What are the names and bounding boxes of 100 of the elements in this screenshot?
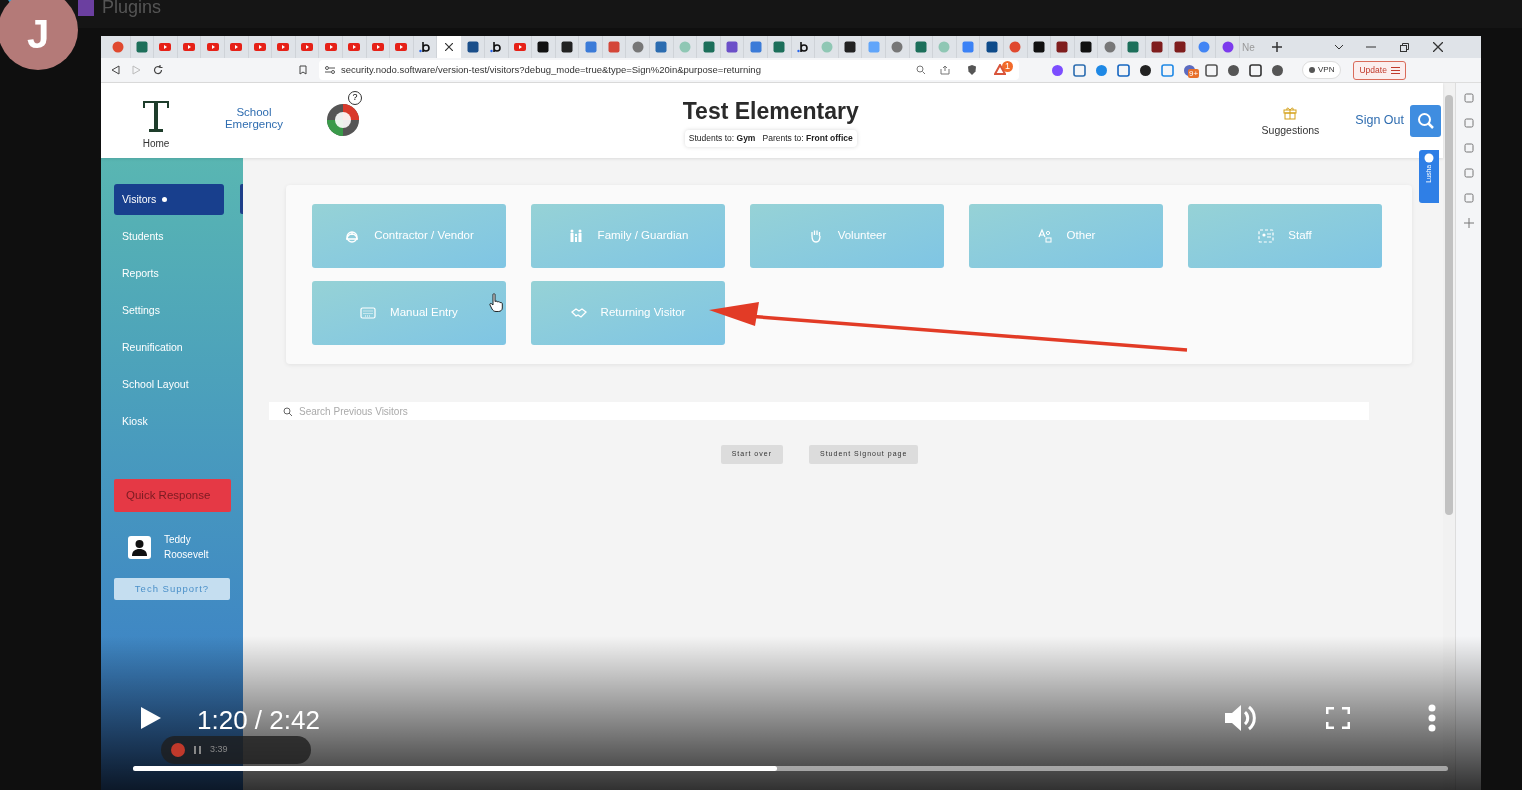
tech-support-button[interactable]: Tech Support? — [114, 578, 230, 600]
search-button[interactable] — [1410, 104, 1441, 137]
srp-logo-icon[interactable] — [326, 102, 360, 137]
quick-response-button[interactable]: Quick Response — [114, 479, 231, 512]
extension-icon[interactable] — [1205, 63, 1218, 77]
back-icon[interactable] — [111, 65, 120, 75]
site-settings-icon — [325, 66, 335, 74]
keyboard-icon — [360, 305, 377, 321]
notification-badge: 1 — [1002, 60, 1013, 72]
user-icon — [128, 535, 151, 559]
video-site-icon[interactable] — [206, 41, 219, 53]
site-icon[interactable] — [1056, 41, 1069, 53]
extension-icon[interactable] — [1227, 63, 1240, 77]
sign-out-link[interactable]: Sign Out — [1355, 111, 1404, 130]
reload-icon[interactable] — [153, 65, 163, 75]
video-site-icon[interactable] — [230, 41, 243, 53]
extension-icon[interactable] — [1249, 63, 1262, 77]
visitor-type-button[interactable]: Other — [969, 204, 1163, 268]
tab-title[interactable]: Ne — [1241, 39, 1266, 55]
shield-icon[interactable] — [966, 64, 978, 76]
badge-icon — [1258, 228, 1275, 244]
site-icon[interactable] — [466, 41, 479, 53]
share-icon[interactable] — [940, 65, 950, 75]
video-site-icon[interactable] — [395, 41, 408, 53]
nav-item[interactable]: Kiosk — [114, 407, 224, 437]
site-icon[interactable] — [1150, 41, 1163, 53]
site-icon[interactable] — [844, 41, 857, 53]
hand-cursor-icon — [489, 293, 503, 313]
help-button[interactable]: ? — [348, 90, 362, 105]
school-title: Test Elementary — [682, 97, 859, 127]
site-icon[interactable] — [1080, 41, 1093, 53]
new-tab-icon[interactable] — [1271, 42, 1282, 52]
visitor-type-button[interactable]: Family / Guardian — [531, 204, 725, 268]
site-icon[interactable] — [1174, 41, 1187, 53]
site-icon[interactable] — [419, 41, 431, 53]
video-site-icon[interactable] — [253, 41, 266, 53]
logo-icon — [1424, 153, 1434, 163]
fullscreen-icon[interactable] — [1326, 707, 1350, 729]
site-icon[interactable] — [561, 41, 573, 53]
hard-hat-icon — [344, 228, 361, 244]
bookmark-icon[interactable] — [299, 65, 307, 75]
plugins-label: Plugins — [102, 0, 162, 19]
video-site-icon[interactable] — [324, 41, 337, 53]
recording-time: 3:39 — [210, 743, 228, 757]
extension-icon[interactable] — [1271, 63, 1284, 77]
nav-item[interactable]: School Layout — [114, 370, 224, 400]
site-icon[interactable] — [1032, 41, 1045, 53]
site-icon[interactable] — [796, 41, 809, 53]
plugin-icon — [78, 0, 94, 16]
sidebar-tool-icon[interactable] — [1463, 118, 1474, 128]
visitor-type-button[interactable]: Contractor / Vendor — [312, 204, 506, 268]
destination-note: Students to: Gym Parents to: Front office — [684, 129, 857, 147]
video-site-icon[interactable] — [348, 41, 361, 53]
stop-icon[interactable] — [171, 743, 185, 757]
sidebar-tool-icon[interactable] — [1463, 93, 1474, 103]
video-site-icon[interactable] — [183, 41, 196, 53]
close-tab-icon[interactable] — [445, 43, 454, 51]
video-site-icon[interactable] — [513, 41, 526, 53]
volume-icon[interactable] — [1225, 704, 1257, 732]
search-field[interactable]: Search Previous Visitors — [269, 402, 1369, 420]
close-icon[interactable] — [1432, 42, 1443, 52]
site-icon[interactable] — [490, 41, 503, 53]
video-site-icon[interactable] — [301, 41, 314, 53]
visitor-type-button[interactable]: Staff — [1188, 204, 1382, 268]
play-icon[interactable] — [141, 707, 161, 729]
zoom-icon[interactable] — [916, 65, 926, 75]
video-site-icon[interactable] — [371, 41, 384, 53]
site-icon[interactable] — [537, 41, 550, 53]
chevron-down-icon[interactable] — [1333, 44, 1344, 50]
add-icon[interactable] — [1463, 218, 1474, 228]
nav-item[interactable]: Visitors — [114, 184, 224, 215]
visitor-type-button[interactable]: Volunteer — [750, 204, 944, 268]
visitor-type-button[interactable]: Returning Visitor — [531, 281, 725, 345]
visitor-type-button[interactable]: Manual Entry — [312, 281, 506, 345]
sidebar-tool-icon[interactable] — [1463, 143, 1474, 153]
vpn-button[interactable]: VPN — [1302, 61, 1342, 79]
suggestions-link[interactable]: Suggestions — [1261, 123, 1320, 139]
nav-item[interactable]: Reports — [114, 259, 224, 289]
nav-item[interactable]: Settings — [114, 296, 224, 326]
nav-item[interactable]: Reunification — [114, 333, 224, 363]
pause-icon[interactable] — [194, 746, 201, 754]
school-logo-icon[interactable] — [141, 98, 171, 133]
minimize-icon[interactable] — [1365, 46, 1376, 48]
user-avatar: J — [0, 0, 78, 70]
restore-icon[interactable] — [1399, 42, 1409, 52]
sidebar-tool-icon[interactable] — [1463, 168, 1474, 178]
site-icon[interactable] — [985, 41, 998, 53]
address-bar[interactable]: security.nodo.software/version-test/visitors?debug_mode=true&type=Sign%20in&purpose=returning 1 — [319, 60, 1019, 80]
school-emergency-link[interactable]: School Emergency — [214, 105, 294, 130]
shapes-icon — [1036, 228, 1053, 244]
video-time: 1:20 / 2:42 — [197, 704, 320, 737]
rewards-icon[interactable] — [994, 64, 1008, 76]
video-site-icon[interactable] — [277, 41, 290, 53]
home-link[interactable]: Home — [142, 135, 170, 151]
sidebar-tool-icon[interactable] — [1463, 193, 1474, 203]
nav-item[interactable]: Students — [114, 222, 224, 252]
more-options-icon[interactable] — [1428, 704, 1436, 732]
update-button[interactable]: Update — [1353, 60, 1406, 80]
extension-icon[interactable] — [1139, 63, 1152, 77]
video-site-icon[interactable] — [159, 41, 172, 53]
